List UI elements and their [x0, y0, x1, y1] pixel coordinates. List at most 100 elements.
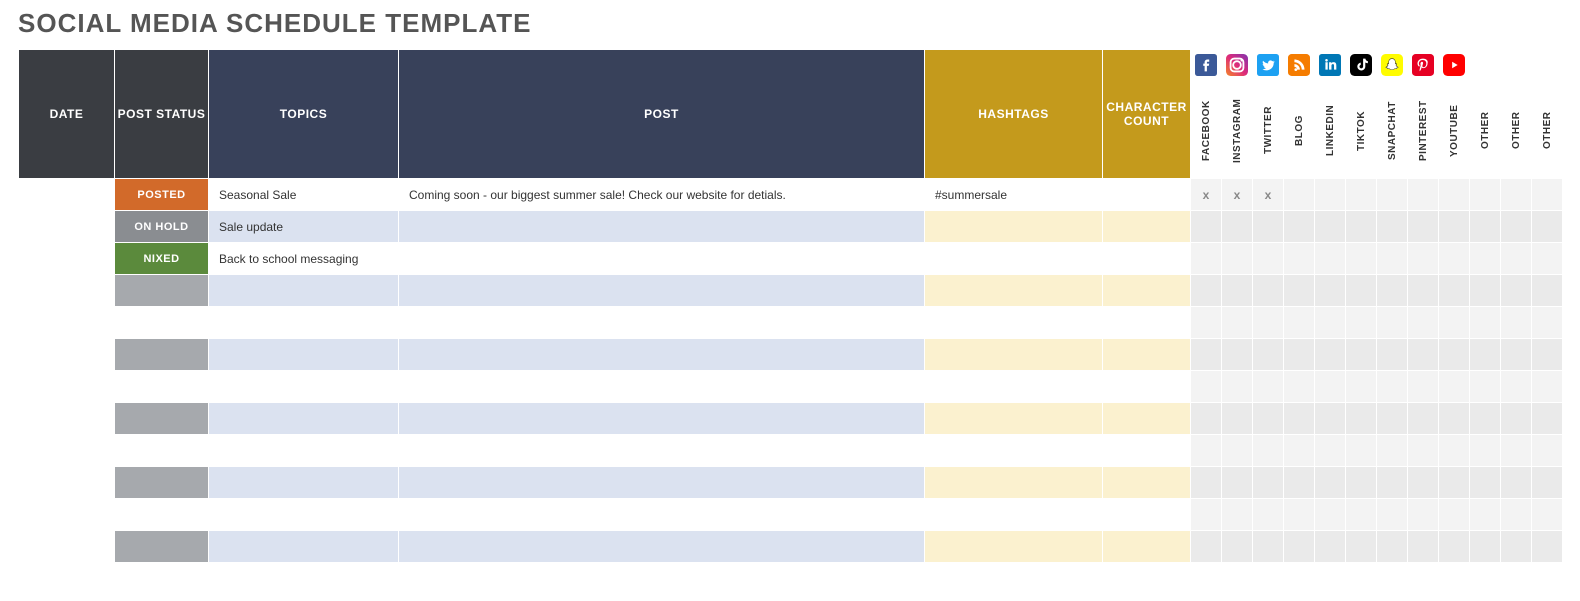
cell-platform[interactable] [1439, 179, 1470, 211]
cell-hashtags[interactable] [925, 211, 1103, 243]
cell-post[interactable] [399, 307, 925, 339]
cell-platform[interactable] [1315, 435, 1346, 467]
cell-platform[interactable] [1222, 531, 1253, 563]
cell-platform[interactable] [1532, 467, 1563, 499]
cell-platform[interactable] [1377, 179, 1408, 211]
cell-date[interactable] [19, 371, 115, 403]
cell-platform[interactable] [1377, 499, 1408, 531]
cell-platform[interactable] [1501, 179, 1532, 211]
cell-hashtags[interactable] [925, 499, 1103, 531]
cell-status[interactable] [115, 307, 209, 339]
cell-char-count[interactable] [1103, 211, 1191, 243]
cell-date[interactable] [19, 211, 115, 243]
cell-platform[interactable] [1315, 371, 1346, 403]
cell-platform[interactable] [1315, 339, 1346, 371]
cell-topics[interactable]: Seasonal Sale [209, 179, 399, 211]
cell-platform[interactable] [1470, 499, 1501, 531]
cell-platform[interactable] [1346, 307, 1377, 339]
cell-platform[interactable] [1470, 403, 1501, 435]
cell-platform[interactable] [1408, 275, 1439, 307]
cell-status[interactable] [115, 275, 209, 307]
cell-platform[interactable] [1191, 243, 1222, 275]
cell-platform[interactable] [1253, 435, 1284, 467]
cell-char-count[interactable] [1103, 371, 1191, 403]
cell-hashtags[interactable] [925, 467, 1103, 499]
cell-platform[interactable] [1501, 211, 1532, 243]
cell-hashtags[interactable] [925, 307, 1103, 339]
cell-platform[interactable] [1470, 307, 1501, 339]
cell-char-count[interactable] [1103, 467, 1191, 499]
cell-platform[interactable] [1532, 211, 1563, 243]
cell-hashtags[interactable]: #summersale [925, 179, 1103, 211]
cell-platform[interactable] [1253, 243, 1284, 275]
cell-platform[interactable] [1470, 179, 1501, 211]
cell-platform[interactable] [1501, 243, 1532, 275]
cell-status[interactable] [115, 371, 209, 403]
cell-platform[interactable] [1439, 275, 1470, 307]
cell-platform[interactable] [1191, 307, 1222, 339]
cell-platform[interactable] [1284, 243, 1315, 275]
cell-platform[interactable] [1315, 243, 1346, 275]
cell-post[interactable] [399, 371, 925, 403]
cell-platform[interactable] [1222, 499, 1253, 531]
cell-platform[interactable] [1532, 243, 1563, 275]
cell-platform[interactable]: x [1253, 179, 1284, 211]
cell-platform[interactable] [1501, 467, 1532, 499]
cell-platform[interactable] [1284, 371, 1315, 403]
cell-platform[interactable] [1253, 211, 1284, 243]
cell-platform[interactable] [1346, 211, 1377, 243]
cell-date[interactable] [19, 531, 115, 563]
cell-platform[interactable] [1408, 243, 1439, 275]
cell-platform[interactable] [1191, 403, 1222, 435]
cell-platform[interactable] [1284, 339, 1315, 371]
cell-topics[interactable]: Back to school messaging [209, 243, 399, 275]
cell-char-count[interactable] [1103, 499, 1191, 531]
cell-platform[interactable] [1346, 435, 1377, 467]
cell-platform[interactable] [1439, 499, 1470, 531]
cell-platform[interactable] [1470, 435, 1501, 467]
cell-date[interactable] [19, 243, 115, 275]
cell-char-count[interactable] [1103, 403, 1191, 435]
cell-platform[interactable] [1222, 467, 1253, 499]
cell-platform[interactable] [1377, 403, 1408, 435]
cell-platform[interactable] [1346, 403, 1377, 435]
cell-platform[interactable] [1253, 499, 1284, 531]
cell-platform[interactable]: x [1191, 179, 1222, 211]
cell-platform[interactable] [1408, 371, 1439, 403]
cell-platform[interactable] [1284, 435, 1315, 467]
cell-platform[interactable] [1439, 531, 1470, 563]
cell-platform[interactable] [1253, 339, 1284, 371]
cell-platform[interactable] [1408, 403, 1439, 435]
cell-platform[interactable] [1253, 403, 1284, 435]
cell-platform[interactable] [1315, 307, 1346, 339]
cell-platform[interactable] [1377, 339, 1408, 371]
cell-platform[interactable] [1315, 403, 1346, 435]
cell-platform[interactable] [1222, 403, 1253, 435]
cell-post[interactable] [399, 339, 925, 371]
cell-platform[interactable] [1377, 211, 1408, 243]
cell-platform[interactable] [1253, 467, 1284, 499]
cell-platform[interactable] [1346, 371, 1377, 403]
cell-char-count[interactable] [1103, 307, 1191, 339]
cell-platform[interactable] [1501, 307, 1532, 339]
cell-hashtags[interactable] [925, 243, 1103, 275]
cell-platform[interactable] [1191, 435, 1222, 467]
cell-platform[interactable] [1408, 339, 1439, 371]
cell-platform[interactable] [1284, 307, 1315, 339]
cell-platform[interactable] [1470, 339, 1501, 371]
cell-platform[interactable] [1315, 499, 1346, 531]
cell-platform[interactable] [1253, 307, 1284, 339]
cell-platform[interactable] [1346, 499, 1377, 531]
cell-post[interactable] [399, 403, 925, 435]
cell-status[interactable]: ON HOLD [115, 211, 209, 243]
cell-platform[interactable] [1439, 403, 1470, 435]
cell-platform[interactable] [1377, 435, 1408, 467]
cell-platform[interactable] [1346, 275, 1377, 307]
cell-platform[interactable] [1191, 275, 1222, 307]
cell-date[interactable] [19, 307, 115, 339]
cell-platform[interactable] [1222, 339, 1253, 371]
cell-hashtags[interactable] [925, 531, 1103, 563]
cell-platform[interactable] [1315, 179, 1346, 211]
cell-platform[interactable] [1284, 179, 1315, 211]
cell-platform[interactable] [1377, 307, 1408, 339]
